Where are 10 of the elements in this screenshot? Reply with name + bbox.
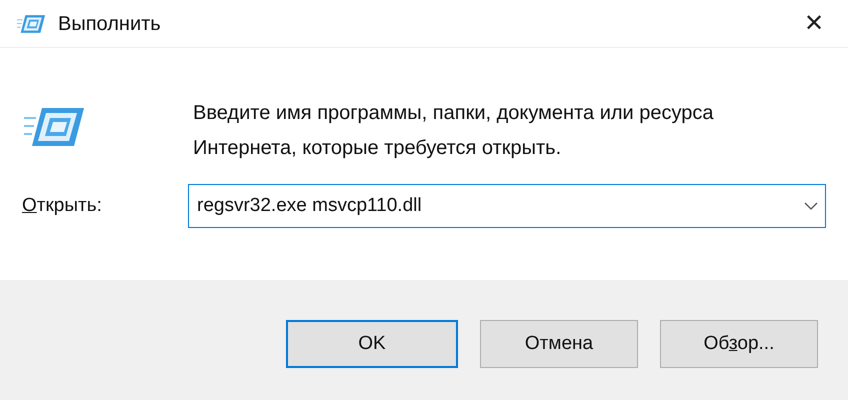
dialog-button[interactable]: OK	[286, 320, 458, 368]
dialog-button[interactable]: Отмена	[480, 320, 638, 368]
description-text: Введите имя программы, папки, документа или ресурса Интернета, которые требуется открыть.	[193, 101, 715, 161]
dialog-button[interactable]: Обзор...	[660, 320, 818, 368]
close-button[interactable]: ✕	[796, 6, 832, 42]
run-icon	[16, 12, 46, 34]
window-title: Выполнить	[58, 12, 161, 36]
open-label: Открыть:	[22, 194, 103, 218]
command-combobox[interactable]: regsvr32.exe msvcp110.dll	[188, 184, 826, 228]
dropdown-chevron-icon	[804, 202, 818, 210]
